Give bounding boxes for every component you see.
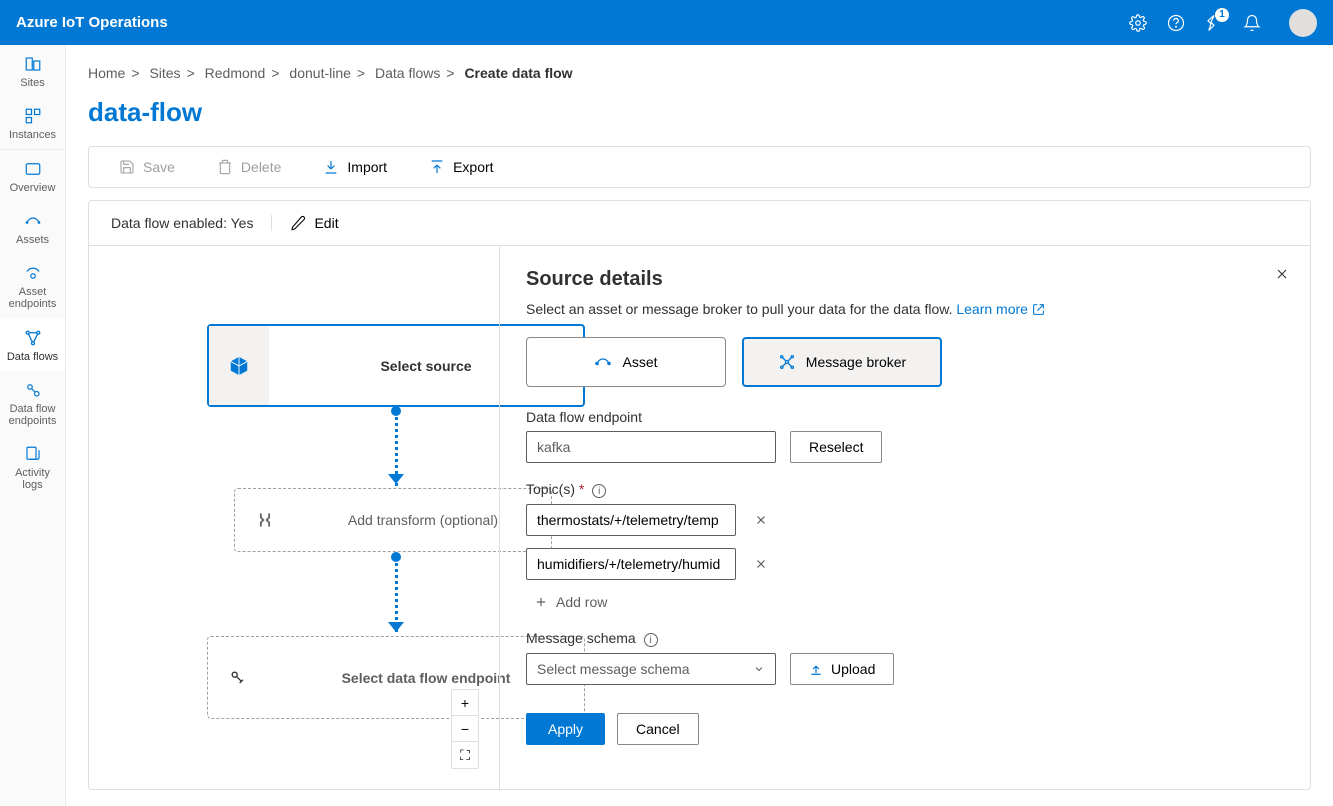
sites-icon [24, 55, 42, 73]
export-icon [429, 159, 445, 175]
asset-tab-icon [594, 353, 612, 371]
sidenav-sites[interactable]: Sites [0, 45, 65, 97]
zoom-in-button[interactable]: + [452, 690, 478, 716]
close-icon[interactable] [1274, 266, 1290, 282]
upload-button[interactable]: Upload [790, 653, 894, 685]
reselect-button[interactable]: Reselect [790, 431, 882, 463]
assets-icon [24, 212, 42, 230]
schema-select[interactable]: Select message schema [526, 653, 776, 685]
activity-logs-icon [24, 445, 42, 463]
instances-icon [24, 107, 42, 125]
delete-button: Delete [217, 159, 281, 175]
sidenav-instances[interactable]: Instances [0, 97, 65, 150]
dataflow-enabled-status: Data flow enabled: Yes [111, 215, 272, 231]
tab-message-broker[interactable]: Message broker [742, 337, 942, 387]
settings-icon[interactable] [1129, 14, 1147, 32]
diagnostics-icon[interactable]: 1 [1205, 14, 1223, 32]
edit-icon [290, 215, 306, 231]
save-button: Save [119, 159, 175, 175]
breadcrumb-donut-line[interactable]: donut-line [289, 65, 351, 81]
zoom-fit-button[interactable]: ⛶ [452, 742, 478, 768]
delete-icon [217, 159, 233, 175]
sidenav-data-flow-endpoints[interactable]: Data flow endpoints [0, 371, 65, 435]
breadcrumb: Home> Sites> Redmond> donut-line> Data f… [88, 65, 1311, 81]
chevron-down-icon [753, 663, 765, 675]
remove-topic-icon[interactable] [754, 513, 768, 527]
asset-endpoints-icon [24, 264, 42, 282]
avatar[interactable] [1289, 9, 1317, 37]
panel-description: Select an asset or message broker to pul… [526, 301, 1284, 317]
export-button[interactable]: Export [429, 159, 493, 175]
tab-asset[interactable]: Asset [526, 337, 726, 387]
import-icon [323, 159, 339, 175]
notifications-icon[interactable] [1243, 14, 1261, 32]
panel-title: Source details [526, 268, 1284, 291]
edit-button[interactable]: Edit [290, 215, 338, 231]
topic-input-1[interactable] [526, 548, 736, 580]
data-flows-icon [24, 329, 42, 347]
add-row-button[interactable]: Add row [534, 594, 607, 610]
info-icon[interactable]: i [644, 633, 658, 647]
breadcrumb-sites[interactable]: Sites [149, 65, 180, 81]
topic-input-0[interactable] [526, 504, 736, 536]
breadcrumb-dataflows[interactable]: Data flows [375, 65, 440, 81]
remove-topic-icon[interactable] [754, 557, 768, 571]
product-title: Azure IoT Operations [16, 14, 1129, 31]
topics-label: Topic(s) * i [526, 481, 1284, 498]
broker-tab-icon [778, 353, 796, 371]
sidenav-assets[interactable]: Assets [0, 202, 65, 254]
enable-bar: Data flow enabled: Yes Edit [89, 201, 1310, 246]
overview-icon [24, 160, 42, 178]
upload-icon [809, 662, 823, 676]
help-icon[interactable] [1167, 14, 1185, 32]
info-icon[interactable]: i [592, 484, 606, 498]
side-nav: Sites Instances Overview Assets Asset en… [0, 45, 66, 806]
cancel-button[interactable]: Cancel [617, 713, 699, 745]
endpoint-label: Data flow endpoint [526, 409, 1284, 425]
transform-icon [255, 510, 275, 530]
breadcrumb-home[interactable]: Home [88, 65, 125, 81]
breadcrumb-current: Create data flow [464, 65, 572, 81]
save-icon [119, 159, 135, 175]
canvas-zoom-controls: + − ⛶ [451, 689, 479, 769]
sidenav-overview[interactable]: Overview [0, 150, 65, 202]
sidenav-activity-logs[interactable]: Activity logs [0, 435, 65, 499]
flow-canvas[interactable]: Select source Add transform (optional) [89, 246, 499, 789]
notification-badge: 1 [1215, 8, 1229, 22]
endpoint-icon [228, 668, 248, 688]
zoom-out-button[interactable]: − [452, 716, 478, 742]
endpoint-input [526, 431, 776, 463]
import-button[interactable]: Import [323, 159, 387, 175]
breadcrumb-redmond[interactable]: Redmond [205, 65, 266, 81]
page-title: data-flow [88, 97, 1311, 128]
top-header: Azure IoT Operations 1 [0, 0, 1333, 45]
sidenav-data-flows[interactable]: Data flows [0, 319, 65, 371]
dataflow-endpoints-icon [24, 381, 42, 399]
toolbar: Save Delete Import Export [88, 146, 1311, 188]
sidenav-asset-endpoints[interactable]: Asset endpoints [0, 254, 65, 318]
learn-more-link[interactable]: Learn more [956, 301, 1044, 317]
schema-label: Message schema i [526, 630, 1284, 647]
cube-icon [228, 355, 250, 377]
source-details-panel: Source details Select an asset or messag… [499, 246, 1310, 789]
apply-button[interactable]: Apply [526, 713, 605, 745]
